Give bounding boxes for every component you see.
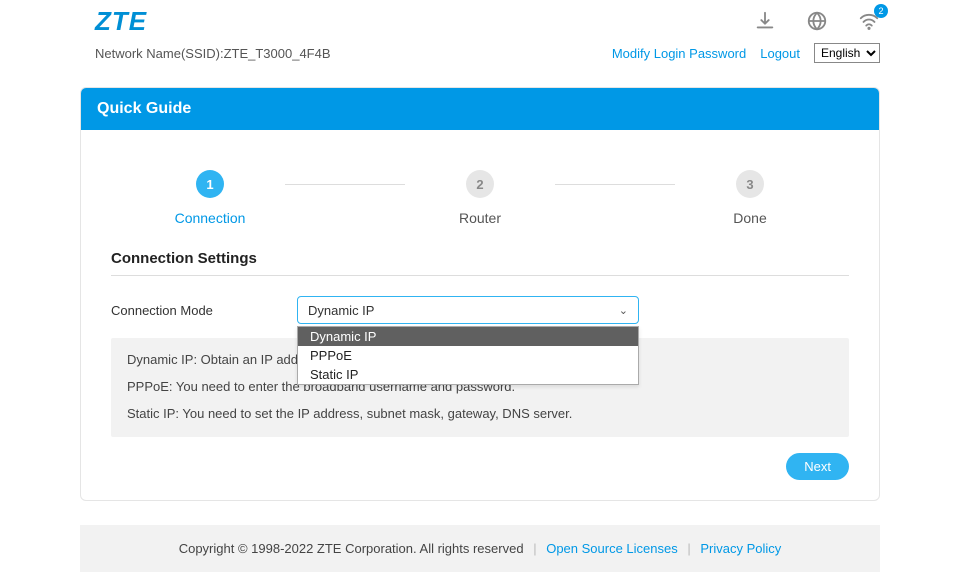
connection-mode-select[interactable]: Dynamic IP ⌄: [297, 296, 639, 324]
option-pppoe[interactable]: PPPoE: [298, 346, 638, 365]
connection-mode-label: Connection Mode: [111, 303, 297, 318]
option-dynamic-ip[interactable]: Dynamic IP: [298, 327, 638, 346]
option-static-ip[interactable]: Static IP: [298, 365, 638, 384]
step-done: 3 Done: [675, 170, 825, 226]
step-connection: 1 Connection: [135, 170, 285, 226]
section-title: Connection Settings: [111, 250, 849, 267]
modify-password-link[interactable]: Modify Login Password: [612, 46, 746, 61]
logout-link[interactable]: Logout: [760, 46, 800, 61]
panel-title: Quick Guide: [81, 88, 879, 130]
ssid-text: Network Name(SSID):ZTE_T3000_4F4B: [95, 46, 331, 61]
privacy-policy-link[interactable]: Privacy Policy: [700, 541, 781, 556]
wifi-badge: 2: [874, 4, 888, 18]
quick-guide-panel: Quick Guide 1 Connection 2 Router 3 Done: [80, 87, 880, 501]
copyright-text: Copyright © 1998-2022 ZTE Corporation. A…: [179, 541, 524, 556]
step-router: 2 Router: [405, 170, 555, 226]
language-select[interactable]: English: [814, 43, 880, 63]
connection-mode-dropdown: Dynamic IP PPPoE Static IP: [297, 326, 639, 385]
open-source-licenses-link[interactable]: Open Source Licenses: [546, 541, 678, 556]
next-button[interactable]: Next: [786, 453, 849, 480]
logo: ZTE: [95, 6, 147, 37]
download-icon[interactable]: [754, 10, 776, 32]
chevron-down-icon: ⌄: [619, 304, 628, 317]
globe-icon[interactable]: [806, 10, 828, 32]
wifi-icon[interactable]: 2: [858, 10, 880, 32]
footer: Copyright © 1998-2022 ZTE Corporation. A…: [80, 525, 880, 572]
wizard-steps: 1 Connection 2 Router 3 Done: [111, 170, 849, 226]
